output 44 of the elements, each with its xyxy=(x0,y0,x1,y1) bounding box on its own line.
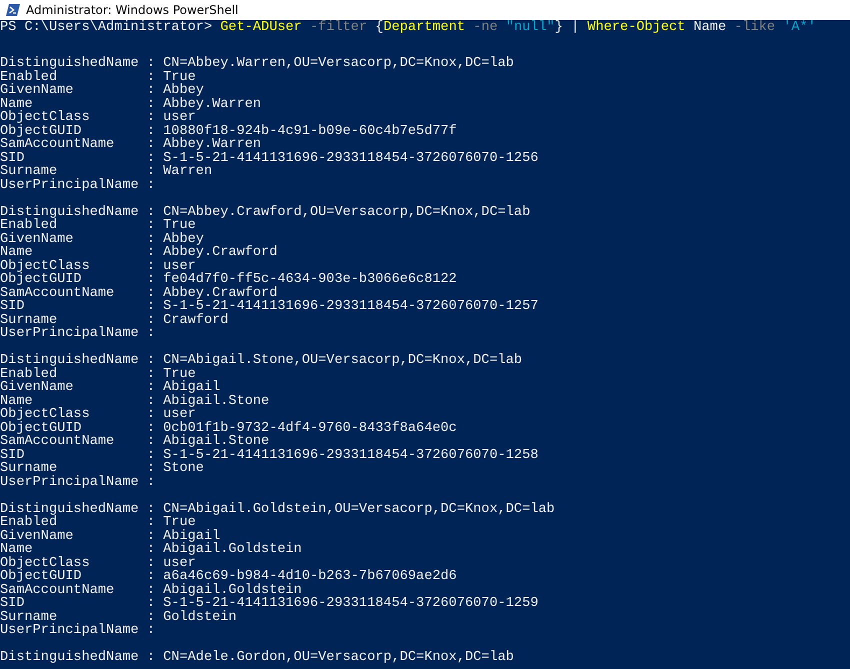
output-line: ObjectGUID : 0cb01f1b-9732-4df4-9760-8433f8a64e0c xyxy=(0,422,457,435)
output-line: Enabled : True xyxy=(0,368,196,381)
output-line: GivenName : Abbey xyxy=(0,232,204,246)
output-line: Enabled : True xyxy=(0,70,196,84)
output-line: SID : S-1-5-21-4141131696-2933118454-3726076070-1256 xyxy=(0,152,538,165)
output-line: DistinguishedName : CN=Abbey.Warren,OU=Versacorp,DC=Knox,DC=lab xyxy=(0,57,514,70)
output-line: DistinguishedName : CN=Adele.Gordon,OU=Versacorp,DC=Knox,DC=lab xyxy=(0,651,514,664)
output-line: SID : S-1-5-21-4141131696-2933118454-3726076070-1258 xyxy=(0,448,538,462)
output-line: UserPrincipalName : xyxy=(0,624,155,638)
output-line: SID : S-1-5-21-4141131696-2933118454-3726076070-1257 xyxy=(0,300,538,314)
output-line: Enabled : True xyxy=(0,516,196,530)
window-title: Administrator: Windows PowerShell xyxy=(26,3,238,17)
output-line: SamAccountName : Abbey.Warren xyxy=(0,138,262,152)
output-line: ObjectClass : user xyxy=(0,556,196,570)
output-line: UserPrincipalName : xyxy=(0,327,155,340)
output-line: Name : Abigail.Stone xyxy=(0,394,270,408)
output-line: ObjectClass : user xyxy=(0,111,196,124)
output-line: ObjectClass : user xyxy=(0,408,196,422)
powershell-icon xyxy=(6,4,20,16)
output-line: SamAccountName : Abigail.Goldstein xyxy=(0,584,302,597)
output-line: Enabled : True xyxy=(0,219,196,232)
output-line: GivenName : Abigail xyxy=(0,381,220,394)
output-line: SamAccountName : Abbey.Crawford xyxy=(0,286,278,300)
output-line: UserPrincipalName : xyxy=(0,476,155,489)
output-line: DistinguishedName : CN=Abigail.Goldstein,OU=Versacorp,DC=Knox,DC=lab xyxy=(0,502,555,516)
output-line: Name : Abbey.Crawford xyxy=(0,246,278,260)
output-line: Surname : Stone xyxy=(0,462,204,476)
output-line: SID : S-1-5-21-4141131696-2933118454-3726076070-1259 xyxy=(0,597,538,610)
output-line: GivenName : Abbey xyxy=(0,84,204,98)
output-line: Surname : Crawford xyxy=(0,314,228,327)
output-line: ObjectGUID : 10880f18-924b-4c91-b09e-60c4b7e5d77f xyxy=(0,124,457,138)
output-line: DistinguishedName : CN=Abigail.Stone,OU=Versacorp,DC=Knox,DC=lab xyxy=(0,354,522,368)
command-line: PS C:\Users\Administrator> Get-ADUser -filter {Department -ne "null"} | Where-Object Name -like 'A*' xyxy=(0,20,816,36)
output-line: Name : Abbey.Warren xyxy=(0,98,262,111)
output-line: Name : Abigail.Goldstein xyxy=(0,543,302,556)
output-line: Surname : Warren xyxy=(0,165,212,178)
output-line: UserPrincipalName : xyxy=(0,178,155,192)
output-line: ObjectClass : user xyxy=(0,260,196,273)
output-line: ObjectGUID : a6a46c69-b984-4d10-b263-7b67069ae2d6 xyxy=(0,570,457,584)
output-line: ObjectGUID : fe04d7f0-ff5c-4634-903e-b3066e6c8122 xyxy=(0,273,457,286)
output-line: SamAccountName : Abigail.Stone xyxy=(0,435,270,448)
output-line: Surname : Goldstein xyxy=(0,610,237,624)
output-line: GivenName : Abigail xyxy=(0,530,220,543)
output-line: DistinguishedName : CN=Abbey.Crawford,OU=Versacorp,DC=Knox,DC=lab xyxy=(0,206,530,219)
